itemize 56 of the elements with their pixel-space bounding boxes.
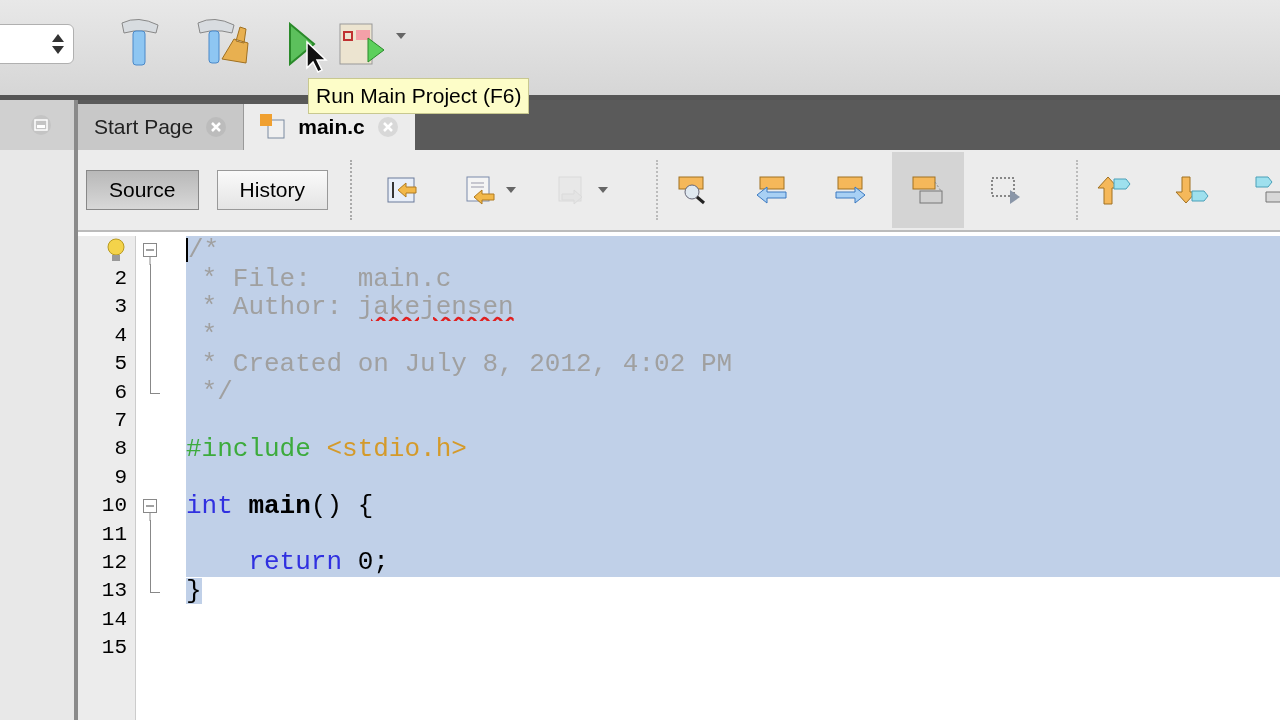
code-text: main xyxy=(247,492,311,519)
code-text: int xyxy=(186,492,233,519)
shift-down-icon xyxy=(1173,174,1210,206)
caret-icon xyxy=(505,186,516,194)
tab-label: main.c xyxy=(298,114,365,141)
code-text: #include xyxy=(186,435,311,462)
code-editor[interactable]: 2 3 4 5 6 7 8 9 10 11 12 13 14 15 /* * File: main.c * Author: jakejensen * * Created on July 8, 2012, 4:02 PM */ #include <stdio.h> int main() { return 0; } xyxy=(78,232,1280,720)
code-text: * Author: xyxy=(200,293,344,320)
line-number: 2 xyxy=(114,268,127,290)
editor-tab[interactable]: Start Page xyxy=(78,104,245,150)
line-number: 8 xyxy=(114,438,127,460)
code-text: 0; xyxy=(356,549,389,576)
code-text: <stdio.h> xyxy=(325,435,467,462)
line-number: 4 xyxy=(114,324,127,346)
toolbar-button[interactable] xyxy=(891,152,964,228)
fold-end-mark xyxy=(150,576,160,593)
code-text: () { xyxy=(310,492,374,519)
code-text: return xyxy=(247,549,343,576)
code-text: * Created on July 8, 2012, 4:02 PM xyxy=(200,350,733,377)
highlight-icon xyxy=(909,174,946,206)
close-icon[interactable] xyxy=(205,116,228,138)
view-toggle-button[interactable]: Source xyxy=(86,170,199,210)
mouse-cursor-icon xyxy=(305,40,329,74)
caret-icon xyxy=(396,31,406,40)
caret-icon xyxy=(597,186,608,194)
configuration-combo[interactable] xyxy=(0,23,74,64)
c-file-icon xyxy=(260,114,287,140)
code-text: */ xyxy=(200,379,233,406)
line-number: 13 xyxy=(101,580,127,602)
fold-toggle-icon[interactable] xyxy=(143,498,157,521)
view-toggle-button[interactable]: History xyxy=(216,170,328,210)
line-number: 10 xyxy=(101,495,127,517)
fold-toggle-icon[interactable] xyxy=(143,243,157,265)
line-number: 6 xyxy=(114,381,127,403)
lightbulb-icon[interactable] xyxy=(105,238,127,263)
shift-up-icon xyxy=(1095,174,1132,206)
code-text: } xyxy=(186,577,202,604)
play-icon xyxy=(286,21,318,66)
text-caret xyxy=(186,238,188,263)
line-number: 3 xyxy=(114,296,127,318)
minimize-icon[interactable] xyxy=(30,114,52,136)
fold-end-mark xyxy=(150,377,160,394)
code-text: /* xyxy=(188,237,220,264)
tooltip: Run Main Project (F6) xyxy=(308,78,530,114)
tab-label: Start Page xyxy=(94,114,194,141)
misspelled-word: jakejensen xyxy=(357,293,514,320)
line-number: 12 xyxy=(101,552,127,573)
line-number: 9 xyxy=(114,466,127,488)
line-number: 14 xyxy=(101,608,127,630)
close-icon[interactable] xyxy=(376,116,399,138)
line-number: 5 xyxy=(114,353,127,375)
code-text: * File: main.c xyxy=(200,265,452,292)
code-text: * xyxy=(200,322,218,349)
line-number: 11 xyxy=(101,523,127,545)
line-number: 15 xyxy=(101,637,127,659)
line-number: 7 xyxy=(114,410,127,432)
